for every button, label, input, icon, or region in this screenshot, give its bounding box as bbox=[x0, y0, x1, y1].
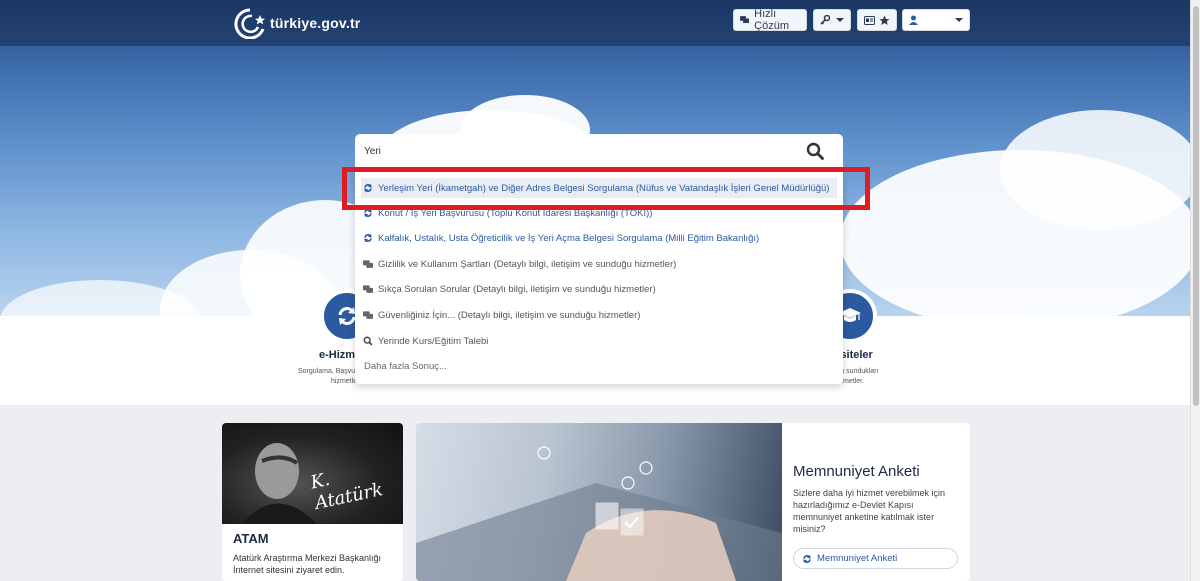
atam-description: Atatürk Araştırma Merkezi Başkanlığı İnt… bbox=[233, 553, 382, 575]
survey-description: Sizlere daha iyi hizmet verebilmek için … bbox=[793, 488, 946, 534]
id-card-favorites-group[interactable] bbox=[857, 9, 897, 31]
suggestion-item[interactable]: Sıkça Sorulan Sorular (Detaylı bilgi, il… bbox=[363, 279, 656, 299]
scrollbar-thumb[interactable] bbox=[1193, 6, 1199, 406]
atam-title: ATAM bbox=[233, 531, 269, 546]
chevron-down-icon bbox=[955, 18, 963, 22]
login-options-button[interactable] bbox=[813, 9, 851, 31]
suggestion-item[interactable]: Kalfalık, Ustalık, Usta Öğreticilik ve İ… bbox=[363, 228, 759, 248]
header-bar bbox=[0, 0, 1190, 46]
suggestion-label: Sıkça Sorulan Sorular (Detaylı bilgi, il… bbox=[378, 283, 656, 295]
selection-highlight-box bbox=[342, 167, 870, 210]
chevron-down-icon bbox=[836, 18, 844, 22]
survey-title: Memnuniyet Anketi bbox=[793, 463, 920, 480]
refresh-icon bbox=[803, 554, 811, 563]
suggestion-item[interactable]: Gizlilik ve Kullanım Şartları (Detaylı b… bbox=[363, 254, 676, 274]
quick-solution-label: Hızlı Çözüm bbox=[754, 8, 790, 32]
chat-icon bbox=[740, 16, 750, 24]
user-menu-button[interactable] bbox=[902, 9, 970, 31]
user-icon bbox=[909, 15, 918, 25]
refresh-icon bbox=[363, 233, 373, 243]
site-logo[interactable]: türkiye.gov.tr bbox=[230, 7, 360, 39]
suggestion-label: Kalfalık, Ustalık, Usta Öğreticilik ve İ… bbox=[378, 232, 760, 244]
search-input[interactable] bbox=[364, 145, 784, 157]
suggestion-item[interactable]: Yerinde Kurs/Eğitim Talebi bbox=[363, 331, 488, 351]
chat-icon bbox=[363, 284, 373, 294]
survey-button-label: Memnuniyet Anketi bbox=[817, 553, 898, 564]
key-icon bbox=[820, 15, 830, 25]
suggestion-label: Güvenliğiniz İçin... (Detaylı bilgi, ile… bbox=[378, 309, 641, 321]
suggestion-label: Gizlilik ve Kullanım Şartları (Detaylı b… bbox=[378, 258, 677, 270]
more-results-link[interactable]: Daha fazla Sonuç... bbox=[364, 361, 447, 372]
laptop-feedback-image bbox=[416, 423, 782, 581]
ataturk-portrait-image: K. Atatürk bbox=[222, 423, 403, 524]
suggestion-item[interactable]: Güvenliğiniz İçin... (Detaylı bilgi, ile… bbox=[363, 305, 640, 325]
search-icon[interactable] bbox=[806, 142, 824, 160]
e-services-desc-line2: hizmetle bbox=[331, 378, 358, 385]
star-icon[interactable] bbox=[879, 15, 890, 26]
logo-text: türkiye.gov.tr bbox=[270, 15, 361, 31]
logo-emblem-icon bbox=[234, 8, 265, 39]
quick-solution-button[interactable]: Hızlı Çözüm bbox=[733, 8, 807, 32]
search-bar bbox=[355, 134, 843, 168]
id-card-icon[interactable] bbox=[864, 15, 875, 25]
chat-icon bbox=[363, 310, 373, 320]
page-scrollbar[interactable] bbox=[1190, 0, 1200, 581]
suggestion-label: Yerinde Kurs/Eğitim Talebi bbox=[378, 335, 489, 347]
chat-icon bbox=[363, 259, 373, 269]
search-icon bbox=[363, 336, 373, 346]
survey-button[interactable]: Memnuniyet Anketi bbox=[793, 548, 958, 569]
